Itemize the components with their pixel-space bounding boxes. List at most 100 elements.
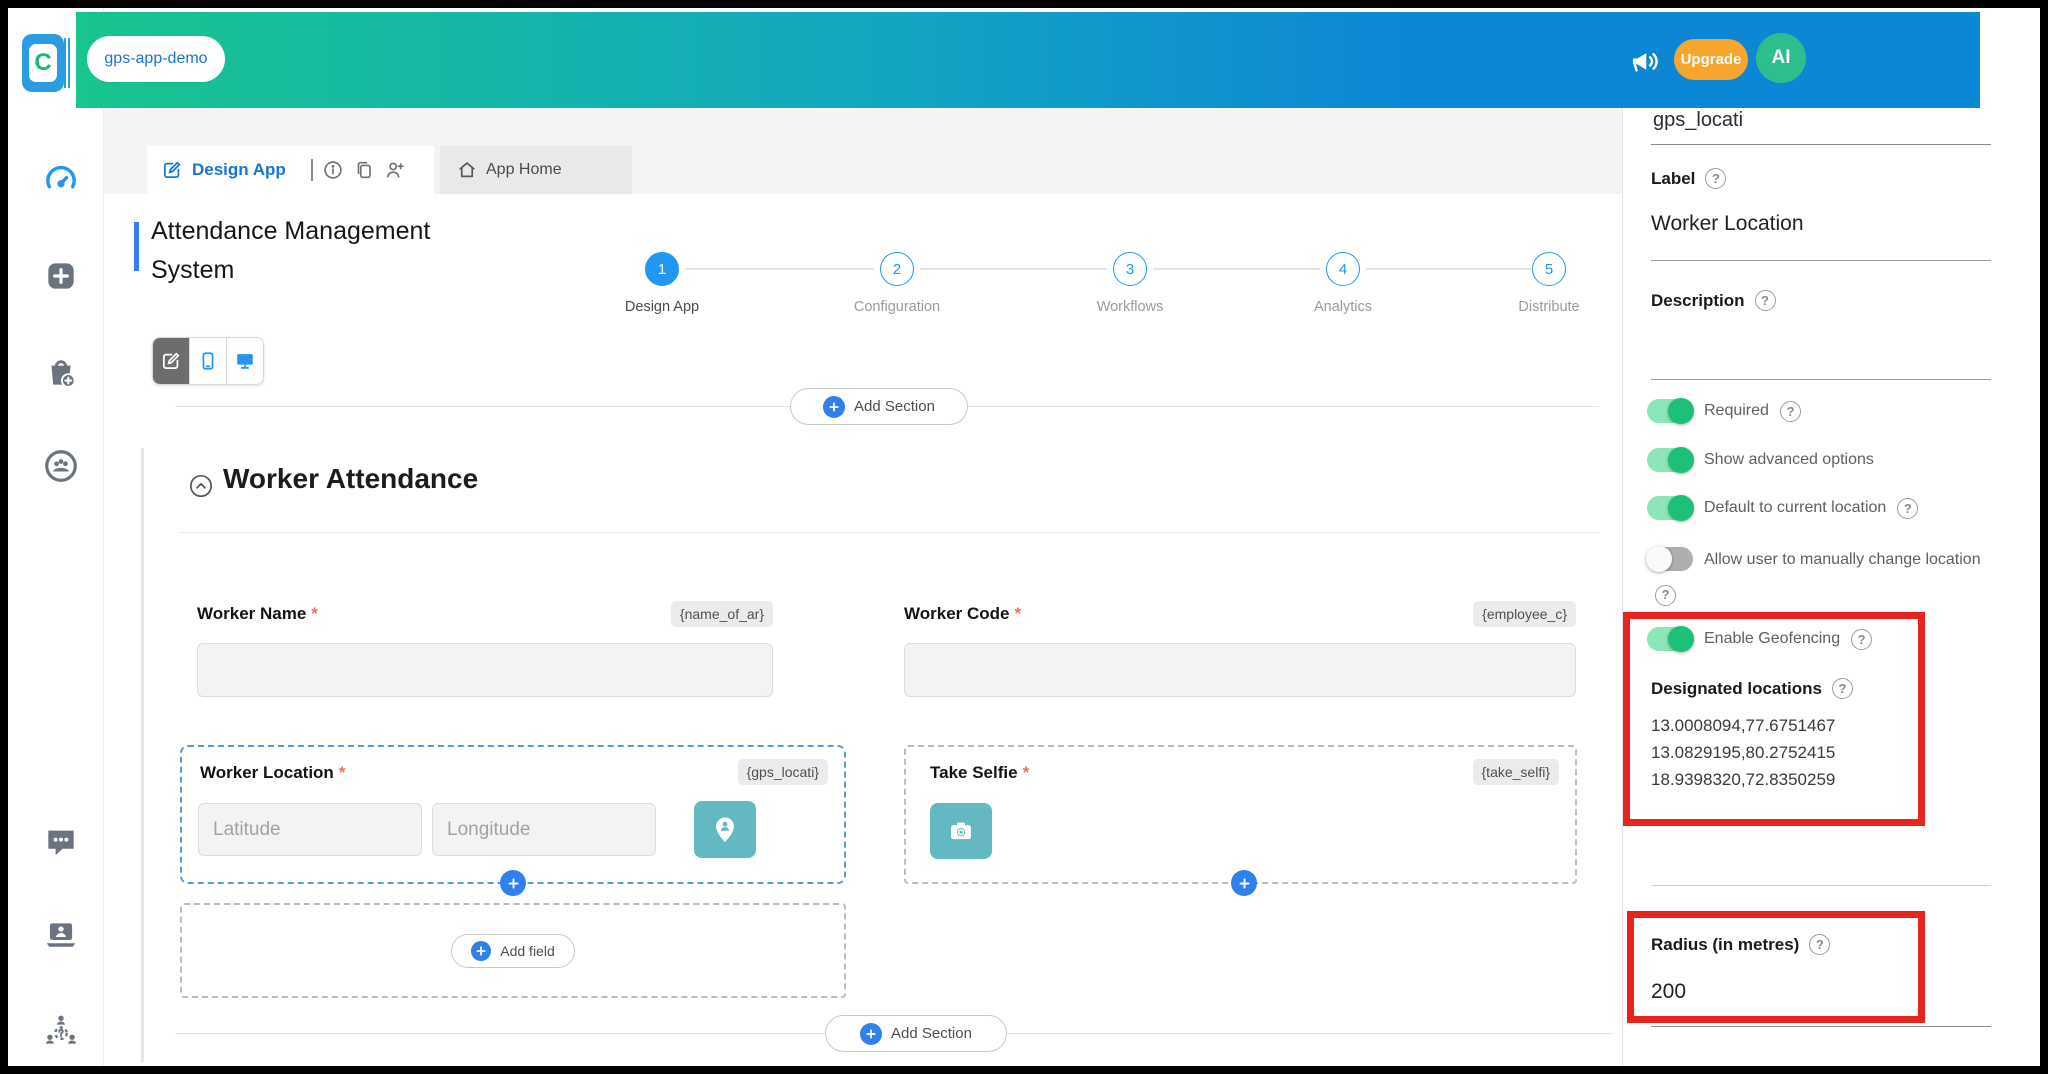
designated-location-value[interactable]: 18.9398320,72.8350259 [1651,770,1835,790]
radius-title: Radius (in metres) [1651,935,1799,955]
worker-code-label: Worker Code [904,604,1010,623]
required-toggle[interactable] [1647,399,1693,423]
help-icon[interactable]: ? [1809,934,1830,955]
take-selfie-field-block[interactable]: Take Selfie * {take_selfi} [904,745,1577,884]
help-icon[interactable]: ? [1755,290,1776,311]
plus-icon [471,941,491,961]
required-asterisk: * [311,604,318,623]
stepper-step-workflows[interactable]: 3 Workflows [1055,252,1205,315]
stepper-step-configuration[interactable]: 2 Configuration [822,252,972,315]
help-icon[interactable]: ? [1655,585,1676,606]
add-section-button-top[interactable]: Add Section [790,388,968,425]
chat-support-icon[interactable] [41,822,81,862]
tab-app-home-label: App Home [486,161,562,179]
take-selfie-field-tag: {take_selfi} [1473,759,1560,785]
camera-button[interactable] [930,803,992,859]
logo-letter: C [29,44,57,82]
marketplace-bag-icon[interactable] [41,352,81,392]
get-location-button[interactable] [694,801,756,858]
edit-mode-button[interactable] [153,338,190,384]
tab-design-app[interactable]: Design App [147,146,434,194]
worker-name-input[interactable] [197,643,773,697]
mobile-preview-button[interactable] [190,338,227,384]
worker-name-label: Worker Name [197,604,306,623]
home-icon [456,159,478,181]
section-title: Worker Attendance [223,463,478,495]
radius-value[interactable]: 200 [1651,980,1686,1004]
info-icon[interactable] [322,159,344,181]
show-advanced-options-toggle[interactable] [1647,448,1693,472]
worker-code-input[interactable] [904,643,1576,697]
stepper-step-design-app[interactable]: 1 Design App [587,252,737,315]
help-icon[interactable]: ? [1780,401,1801,422]
workplace-users-icon[interactable] [41,446,81,486]
add-section-button-bottom[interactable]: Add Section [825,1015,1007,1052]
add-field-after-location-button[interactable] [500,870,526,896]
stepper-step-distribute[interactable]: 5 Distribute [1479,252,1619,315]
worker-name-field-tag: {name_of_ar} [671,601,773,627]
help-icon[interactable]: ? [1851,629,1872,650]
worker-code-label-row: Worker Code * {employee_c} [904,596,1576,632]
allow-manual-location-toggle[interactable] [1647,547,1693,571]
required-asterisk: * [1015,604,1022,623]
add-app-icon[interactable] [41,256,81,296]
designated-location-value[interactable]: 13.0008094,77.6751467 [1651,716,1835,736]
help-icon[interactable]: ? [1705,168,1726,189]
logo-stripes-decoration [64,38,72,88]
tab-divider [311,159,313,181]
worker-location-field-block[interactable]: Worker Location* {gps_locati} [180,745,846,884]
upgrade-button[interactable]: Upgrade [1674,39,1748,80]
duplicate-icon[interactable] [353,159,375,181]
latitude-input[interactable] [198,803,422,856]
app-window: C [0,0,2048,1074]
stepper-step-analytics[interactable]: 4 Analytics [1268,252,1418,315]
section-left-rail [141,448,144,1062]
label-property-row: Label ? [1651,168,1726,189]
underline [1651,260,1991,261]
tab-strip: Design App [103,108,1622,194]
field-properties-panel: gps_locati Label ? Worker Location Descr… [1622,108,2048,1074]
required-asterisk: * [339,763,346,782]
desktop-preview-button[interactable] [227,338,263,384]
training-laptop-icon[interactable] [41,916,81,956]
collapse-section-icon[interactable] [188,473,214,499]
top-header-bar: gps-app-demo Upgrade AI [76,12,1980,108]
default-to-current-location-toggle[interactable] [1647,496,1693,520]
required-asterisk: * [1023,763,1030,782]
help-icon[interactable]: ? [1897,498,1918,519]
section-underline [178,532,1599,533]
help-icon[interactable]: ? [1832,678,1853,699]
community-help-icon[interactable] [41,1010,81,1050]
longitude-input[interactable] [432,803,656,856]
location-pin-person-icon [710,815,740,845]
panel-divider [1651,885,1991,886]
app-name-pill[interactable]: gps-app-demo [87,36,225,82]
radius-row: Radius (in metres) ? [1651,934,1830,955]
tab-app-home[interactable]: App Home [440,146,632,194]
field-internal-name: gps_locati [1653,109,1743,132]
worker-code-field-tag: {employee_c} [1473,601,1576,627]
announcements-icon[interactable] [1628,44,1662,78]
designated-location-value[interactable]: 13.0829195,80.2752415 [1651,743,1835,763]
add-user-icon[interactable] [384,159,406,181]
worker-name-label-row: Worker Name * {name_of_ar} [197,596,773,632]
dashboard-icon[interactable] [41,160,81,200]
left-sidebar: C [8,8,104,1066]
plus-icon [860,1023,882,1045]
label-property-title: Label [1651,169,1695,189]
description-property-title: Description [1651,291,1745,311]
designated-locations-row: Designated locations ? [1651,678,1853,699]
underline [1651,144,1991,145]
label-property-value[interactable]: Worker Location [1651,212,1804,236]
title-accent-bar [134,222,139,271]
app-title: Attendance Management System [151,212,491,290]
enable-geofencing-toggle[interactable] [1647,627,1693,651]
manual-location-toggle-row: Allow user to manually change location ? [1647,545,2003,606]
add-field-after-selfie-button[interactable] [1231,870,1257,896]
worker-location-label: Worker Location [200,763,334,782]
camera-icon [947,817,975,845]
description-input-underline[interactable] [1651,379,1991,380]
take-selfie-label: Take Selfie [930,763,1018,782]
user-avatar[interactable]: AI [1756,33,1806,83]
add-field-button[interactable]: Add field [451,934,575,968]
